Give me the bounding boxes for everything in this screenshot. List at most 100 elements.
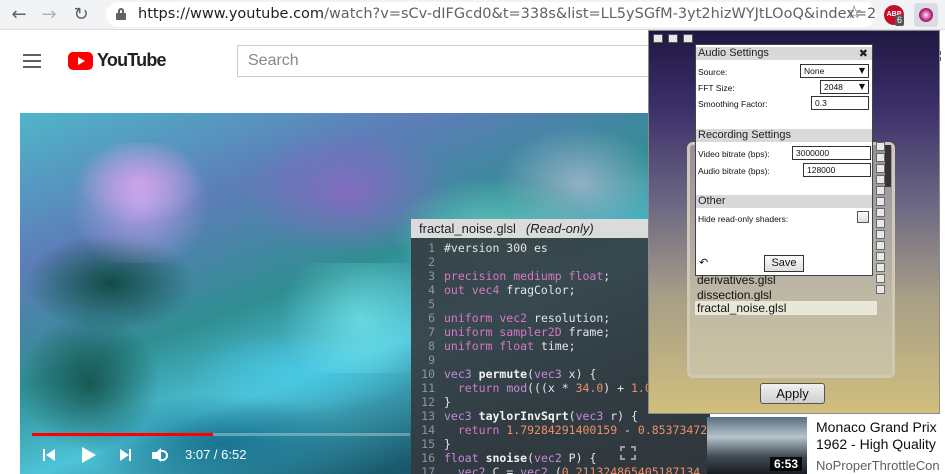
readonly-label: (Read-only) — [525, 221, 594, 236]
line-number: 11 — [421, 381, 435, 395]
hide-readonly-label: Hide read-only shaders: — [698, 214, 789, 224]
audio-settings-header: Audio Settings ✖ — [696, 47, 872, 60]
line-number: 5 — [428, 297, 435, 311]
progress-bar[interactable] — [32, 433, 410, 436]
menu-icon[interactable] — [23, 54, 41, 68]
source-label: Source: — [698, 67, 728, 77]
related-video-thumbnail[interactable]: 6:53 — [707, 417, 807, 474]
back-arrow-icon[interactable]: ↶ — [699, 256, 708, 269]
line-number: 12 — [421, 395, 435, 409]
play-icon[interactable] — [80, 446, 98, 464]
related-video-channel[interactable]: NoProperThrottleCon — [816, 458, 940, 473]
line-number: 2 — [428, 255, 435, 269]
next-icon[interactable] — [117, 446, 135, 464]
code-text: precision mediump float; — [444, 269, 611, 283]
line-number: 17 — [421, 465, 435, 474]
recording-settings-header: Recording Settings — [696, 129, 872, 142]
youtube-logo-icon[interactable] — [68, 52, 93, 70]
fft-size-label: FFT Size: — [698, 83, 735, 93]
fft-size-value: 2048 — [824, 82, 843, 92]
apply-button[interactable]: Apply — [760, 383, 825, 404]
code-text: float snoise(vec2 P) { — [444, 451, 597, 465]
line-number: 14 — [421, 423, 435, 437]
browser-window: ← → ↻ https://www.youtube.com/watch?v=sC… — [0, 0, 945, 474]
image-icon[interactable] — [668, 34, 678, 43]
chevron-down-icon: ▼ — [858, 66, 865, 75]
source-value: None — [804, 66, 825, 76]
file-icon[interactable] — [653, 34, 663, 43]
time-display: 3:07 / 6:52 — [185, 447, 246, 462]
shader-file-item[interactable]: fractal_noise.glsl — [695, 301, 877, 315]
forward-arrow-icon[interactable]: → — [38, 4, 60, 26]
line-number: 6 — [428, 311, 435, 325]
code-text: vec3 taylorInvSqrt(vec3 r) { — [444, 409, 638, 423]
fft-size-select[interactable]: 2048 ▼ — [820, 80, 869, 94]
code-line: 15} — [411, 437, 710, 451]
url-path: /watch?v=sCv-dIFGcd0&t=338s&list=LL5ySGf… — [324, 6, 877, 22]
code-line: 14 return 1.79284291400159 - 0.853734720… — [411, 423, 710, 437]
audio-settings-title: Audio Settings — [698, 47, 769, 59]
code-text: #version 300 es — [444, 241, 548, 255]
progress-fill — [32, 433, 214, 436]
code-text: uniform vec2 resolution; — [444, 311, 611, 325]
other-header: Other — [696, 195, 872, 208]
smoothing-input[interactable]: 0.3 — [811, 96, 869, 110]
line-number: 15 — [421, 437, 435, 451]
address-bar[interactable]: https://www.youtube.com/watch?v=sCv-dIFG… — [106, 2, 876, 27]
code-line: 16 float snoise(vec2 P) { — [411, 451, 710, 465]
settings-gear-icon[interactable] — [683, 34, 693, 43]
line-number: 16 — [421, 451, 435, 465]
reload-icon[interactable]: ↻ — [70, 4, 92, 26]
current-time: 3:07 — [185, 447, 211, 462]
chevron-down-icon: ▼ — [858, 82, 865, 91]
code-text: } — [444, 437, 451, 451]
line-number: 4 — [428, 283, 435, 297]
video-bitrate-input[interactable]: 3000000 — [792, 146, 871, 160]
duration: 6:52 — [221, 447, 247, 462]
lock-icon — [116, 8, 126, 20]
youtube-logo-text[interactable]: YouTube — [97, 50, 167, 71]
line-number: 9 — [428, 353, 435, 367]
line-number: 8 — [428, 339, 435, 353]
audio-bitrate-input[interactable]: 128000 — [803, 163, 871, 177]
back-arrow-icon[interactable]: ← — [8, 4, 30, 26]
volume-icon[interactable] — [151, 446, 169, 464]
code-text: } — [444, 395, 451, 409]
line-number: 7 — [428, 325, 435, 339]
settings-dialog: Audio Settings ✖ Source: None ▼ FFT Size:… — [695, 44, 873, 276]
previous-icon[interactable] — [42, 446, 60, 464]
code-text: uniform float time; — [444, 339, 576, 353]
url-host: https://www.youtube.com — [138, 6, 325, 22]
scrollbar-thumb[interactable] — [885, 145, 891, 187]
search-input[interactable] — [238, 46, 656, 76]
shader-file-item[interactable]: dissection.glsl — [697, 288, 772, 302]
smoothing-label: Smoothing Factor: — [698, 99, 768, 109]
related-video-duration: 6:53 — [769, 457, 802, 471]
code-text: uniform sampler2D frame; — [444, 325, 611, 339]
url-text[interactable]: https://www.youtube.com/watch?v=sCv-dIFG… — [138, 6, 876, 22]
video-bitrate-label: Video bitrate (bps): — [698, 149, 770, 159]
browser-toolbar: ← → ↻ https://www.youtube.com/watch?v=sC… — [0, 0, 945, 30]
close-icon[interactable]: ✖ — [859, 47, 868, 60]
line-number: 10 — [421, 367, 435, 381]
code-line: 17 vec2 C = vec2 (0.211324865405187134 — [411, 465, 710, 474]
search-box[interactable] — [237, 45, 657, 77]
code-text: vec2 C = vec2 (0.211324865405187134 — [457, 465, 701, 474]
time-separator: / — [210, 447, 222, 462]
line-number: 13 — [421, 409, 435, 423]
line-number: 1 — [428, 241, 435, 255]
related-video-title[interactable]: Monaco Grand Prix 1962 - High Quality — [816, 419, 945, 453]
hide-readonly-checkbox[interactable] — [857, 211, 869, 223]
fullscreen-icon[interactable] — [620, 446, 636, 460]
shader-extension-icon[interactable] — [914, 3, 938, 27]
code-text: return 1.79284291400159 - 0.853734720953… — [457, 423, 710, 437]
bookmark-star-icon[interactable]: ☆ — [846, 2, 862, 23]
audio-bitrate-label: Audio bitrate (bps): — [698, 166, 770, 176]
code-text: return mod(((x * 34.0) + 1.0) — [457, 381, 659, 395]
source-select[interactable]: None ▼ — [800, 64, 869, 78]
save-button[interactable]: Save — [764, 255, 804, 272]
code-text: out vec4 fragColor; — [444, 283, 576, 297]
editor-filename: fractal_noise.glsl — [419, 221, 516, 236]
code-text: vec3 permute(vec3 x) { — [444, 367, 597, 381]
line-number: 3 — [428, 269, 435, 283]
